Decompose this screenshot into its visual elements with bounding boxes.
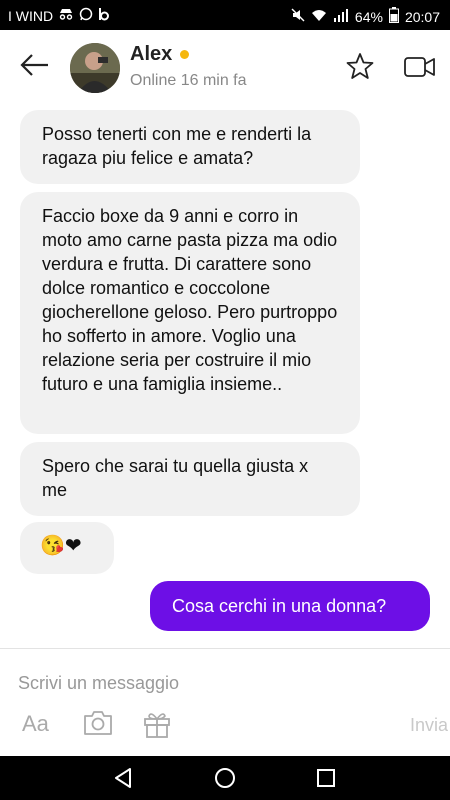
incoming-message[interactable]: Faccio boxe da 9 anni e corro in moto am… xyxy=(20,192,360,434)
nav-home-icon[interactable] xyxy=(213,766,237,790)
incognito-icon xyxy=(58,8,74,23)
battery-level: 64% xyxy=(354,8,383,25)
avatar[interactable] xyxy=(70,43,120,93)
last-seen-status: Online 16 min fa xyxy=(130,72,247,89)
wifi-icon xyxy=(311,9,327,25)
back-arrow-icon[interactable] xyxy=(20,52,50,78)
nav-recents-icon[interactable] xyxy=(314,766,338,790)
whatsapp-icon xyxy=(79,7,93,24)
carrier-label: I WIND xyxy=(8,7,54,24)
incoming-message[interactable]: Spero che sarai tu quella giusta x me xyxy=(20,442,360,516)
clock: 20:07 xyxy=(404,8,440,25)
nav-back-icon[interactable] xyxy=(112,766,136,790)
contact-name-label: Alex xyxy=(130,43,173,65)
message-input[interactable] xyxy=(18,669,318,697)
text-format-button[interactable]: Aa xyxy=(22,709,49,739)
incoming-message[interactable]: Posso tenerti con me e renderti la ragaz… xyxy=(20,110,360,184)
system-nav-bar xyxy=(0,756,450,800)
star-icon[interactable] xyxy=(346,52,374,80)
mute-icon xyxy=(291,8,305,25)
send-button[interactable]: Invia xyxy=(410,715,448,736)
signal-icon xyxy=(333,8,349,25)
badoo-icon xyxy=(98,7,110,24)
video-call-icon[interactable] xyxy=(404,55,436,79)
contact-name[interactable]: Alex xyxy=(130,43,190,66)
camera-icon[interactable] xyxy=(82,709,114,739)
gift-icon[interactable] xyxy=(142,709,172,739)
message-list[interactable]: Posso tenerti con me e renderti la ragaz… xyxy=(0,102,450,648)
status-bar: I WIND 64% 20:07 xyxy=(0,0,450,30)
battery-icon xyxy=(388,7,399,26)
message-composer: Aa Invia xyxy=(0,648,450,757)
chat-header: Alex Online 16 min fa xyxy=(0,30,450,102)
online-indicator xyxy=(180,50,190,59)
incoming-emoji-message[interactable]: 😘❤ xyxy=(20,522,114,574)
outgoing-message[interactable]: Cosa cerchi in una donna? xyxy=(150,581,430,631)
